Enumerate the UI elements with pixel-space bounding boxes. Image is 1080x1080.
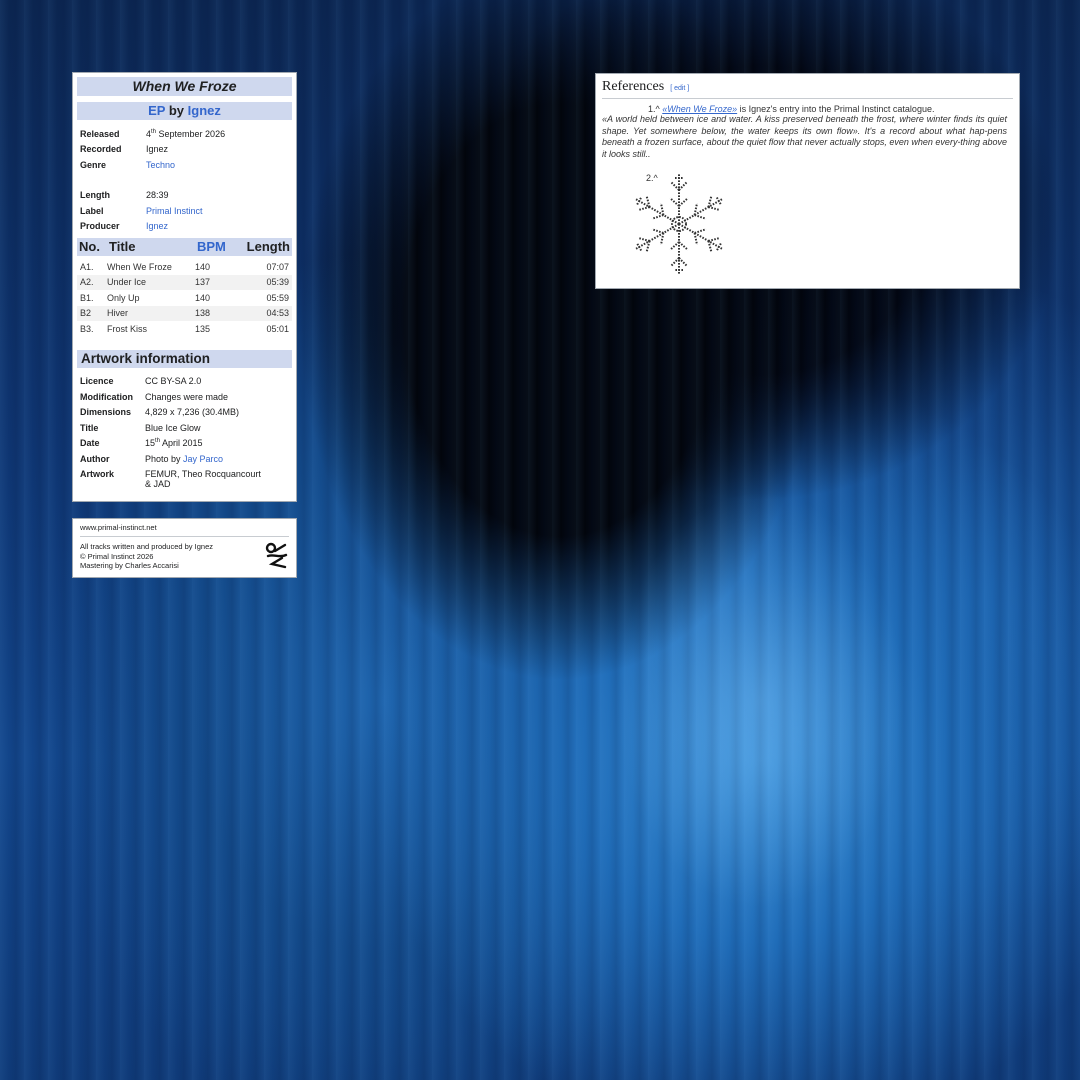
tracklist: A1. When We Froze 140 07:07 A2. Under Ice 137… <box>77 259 292 337</box>
detail-length: Length 28:39 <box>80 190 169 201</box>
track-row: B1. Only Up 140 05:59 <box>80 292 289 303</box>
snowflake-icon <box>630 174 728 275</box>
artwork-artists: Artwork FEMUR, Theo Rocquancourt & JAD <box>80 468 261 489</box>
track-row: A1. When We Froze 140 07:07 <box>80 261 289 272</box>
edit-link[interactable]: [ edit ] <box>670 85 689 92</box>
detail-producer: Producer Ignez <box>77 219 292 235</box>
photographer-link[interactable]: Jay Parco <box>183 454 223 464</box>
credits-panel: www.primal-instinct.net All tracks writt… <box>72 518 297 578</box>
by-text: by <box>168 103 185 118</box>
label-link[interactable]: Primal Instinct <box>146 206 292 216</box>
references-heading: References[ edit ] <box>602 79 1013 99</box>
detail-recorded: Recorded Ignez <box>80 144 169 155</box>
credits-written: All tracks written and produced by Ignez <box>80 542 213 551</box>
artwork-info: Licence CC BY-SA 2.0 Modification Changes … <box>77 374 292 495</box>
artwork-modification: Modification Changes were made <box>80 391 229 402</box>
detail-genre: Genre Techno <box>77 157 292 173</box>
producer-link[interactable]: Ignez <box>146 221 292 231</box>
artwork-heading: Artwork information <box>77 349 292 368</box>
track-row: B2 Hiver 138 04:53 <box>77 305 292 321</box>
track-row: A2. Under Ice 137 05:39 <box>77 274 292 290</box>
artwork-dimensions: Dimensions 4,829 x 7,236 (30.4MB) <box>80 407 240 418</box>
artwork-licence: Licence CC BY-SA 2.0 <box>80 376 202 387</box>
artist-link[interactable]: Ignez <box>188 103 221 118</box>
detail-released: Released 4th September 2026 <box>80 128 226 139</box>
artwork-date: Date 15th April 2015 <box>80 438 203 449</box>
website-link[interactable]: www.primal-instinct.net <box>80 523 289 537</box>
credits-copyright: © Primal Instinct 2026 <box>80 551 154 561</box>
artwork-author: Author Photo by Jay Parco <box>80 453 224 464</box>
genre-link[interactable]: Techno <box>146 160 292 170</box>
album-subtitle: EP by Ignez <box>77 102 292 120</box>
tracklist-header: No. Title BPM Length <box>77 238 292 256</box>
release-type-link[interactable]: EP <box>148 103 165 118</box>
album-title: When We Froze <box>77 77 292 96</box>
album-infobox: When We Froze EP by Ignez Released 4th S… <box>72 72 297 502</box>
track-row: B3. Frost Kiss 135 05:01 <box>80 323 289 334</box>
credits-mastering: Mastering by Charles Accarisi <box>80 561 179 570</box>
reference-1-link[interactable]: «When We Froze» <box>662 104 737 114</box>
references-panel: References[ edit ] 1.^ «When We Froze» i… <box>595 73 1020 289</box>
artwork-title: Title Blue Ice Glow <box>80 422 201 433</box>
reference-quote: «A world held between ice and water. A k… <box>602 114 1007 159</box>
reference-1: 1.^ «When We Froze» is Ignez's entry int… <box>648 104 935 114</box>
detail-label: Label Primal Instinct <box>77 203 292 219</box>
label-logo-icon <box>265 542 288 569</box>
